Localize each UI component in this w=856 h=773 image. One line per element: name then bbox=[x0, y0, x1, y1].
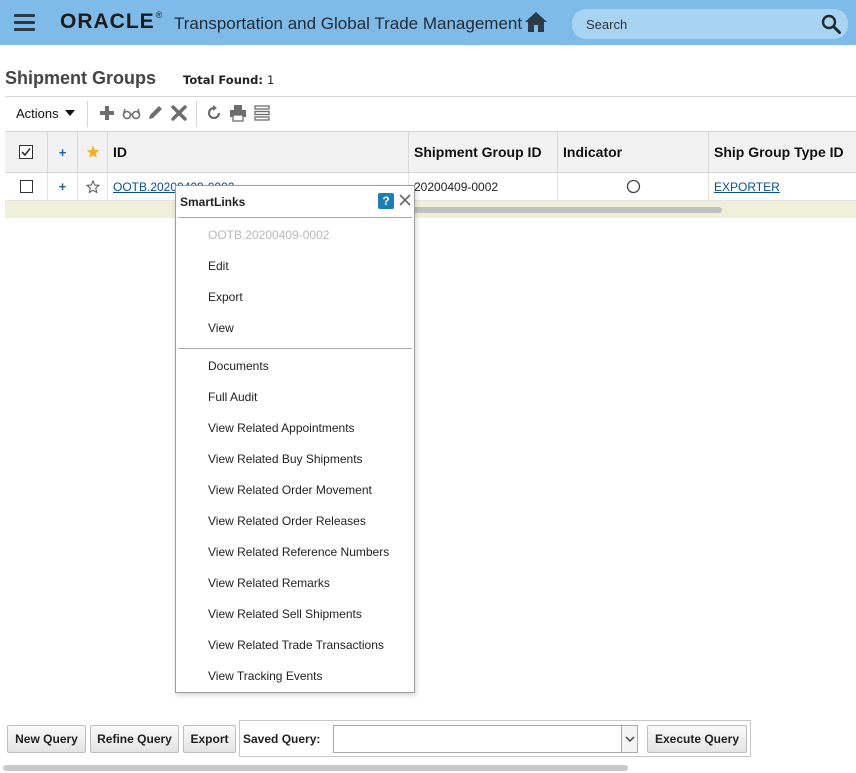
home-icon[interactable] bbox=[524, 11, 548, 33]
smartlink-full-audit[interactable]: Full Audit bbox=[208, 390, 257, 404]
scrollbar-thumb[interactable] bbox=[410, 207, 722, 213]
popup-divider bbox=[178, 348, 412, 349]
delete-icon[interactable] bbox=[170, 104, 188, 122]
smartlink-view-related-trade-transactions[interactable]: View Related Trade Transactions bbox=[208, 638, 384, 652]
smartlinks-title: SmartLinks bbox=[180, 195, 246, 209]
column-header-indicator[interactable]: Indicator bbox=[558, 132, 709, 172]
row-checkbox[interactable] bbox=[19, 180, 33, 193]
actions-menu-button[interactable]: Actions bbox=[6, 101, 85, 125]
view-icon[interactable] bbox=[122, 104, 141, 122]
caret-down-icon bbox=[64, 110, 75, 116]
toolbar-separator bbox=[196, 101, 197, 127]
row-favorite-cell bbox=[78, 173, 108, 200]
chevron-down-icon bbox=[625, 736, 635, 743]
page-title: Shipment Groups bbox=[5, 68, 157, 88]
cell-shipment-group-id: 20200409-0002 bbox=[409, 173, 558, 200]
table-row: + OOTB.20200409-0002 20200409-0002 EXPOR… bbox=[5, 173, 856, 201]
smartlink-view-related-order-movement[interactable]: View Related Order Movement bbox=[208, 483, 372, 497]
refresh-icon[interactable] bbox=[205, 104, 223, 122]
smartlink-edit[interactable]: Edit bbox=[208, 259, 229, 273]
smartlink-view-related-remarks[interactable]: View Related Remarks bbox=[208, 576, 330, 590]
favorite-header[interactable] bbox=[78, 132, 108, 172]
app-title: Transportation and Global Trade Manageme… bbox=[174, 14, 523, 33]
search-icon[interactable] bbox=[820, 13, 842, 35]
search-input[interactable] bbox=[584, 15, 814, 33]
smartlink-documents[interactable]: Documents bbox=[208, 359, 269, 373]
page-horizontal-scrollbar[interactable] bbox=[3, 765, 628, 771]
saved-query-label: Saved Query: bbox=[243, 732, 321, 746]
smartlink-view-related-sell-shipments[interactable]: View Related Sell Shipments bbox=[208, 607, 362, 621]
oracle-logo: ORACLE® bbox=[60, 10, 164, 33]
star-outline-icon[interactable] bbox=[85, 179, 100, 194]
smartlink-view-related-appointments[interactable]: View Related Appointments bbox=[208, 421, 355, 435]
export-button[interactable]: Export bbox=[183, 725, 236, 753]
table-header: + ID Shipment Group ID Indicator Ship Gr… bbox=[5, 131, 856, 173]
execute-query-button[interactable]: Execute Query bbox=[647, 725, 747, 753]
divider bbox=[5, 96, 856, 97]
checkbox-checked-icon bbox=[19, 145, 33, 159]
close-icon[interactable] bbox=[398, 192, 412, 208]
saved-query-select[interactable] bbox=[333, 725, 638, 753]
edit-icon[interactable] bbox=[146, 104, 164, 122]
column-header-ship-group-type-id[interactable]: Ship Group Type ID bbox=[709, 132, 856, 172]
smartlink-view-related-reference-numbers[interactable]: View Related Reference Numbers bbox=[208, 545, 389, 559]
smartlink-view-related-buy-shipments[interactable]: View Related Buy Shipments bbox=[208, 452, 363, 466]
refine-query-button[interactable]: Refine Query bbox=[90, 725, 179, 753]
smartlink-view[interactable]: View bbox=[208, 321, 234, 335]
indicator-empty-circle-icon bbox=[626, 179, 640, 194]
smartlink-view-related-order-releases[interactable]: View Related Order Releases bbox=[208, 514, 366, 528]
total-found: Total Found: 1 bbox=[183, 73, 275, 87]
toolbar-separator bbox=[87, 101, 88, 127]
horizontal-scrollbar[interactable] bbox=[5, 201, 856, 218]
menu-icon[interactable] bbox=[14, 14, 35, 31]
smartlink-view-tracking-events[interactable]: View Tracking Events bbox=[208, 669, 323, 683]
row-checkbox-cell bbox=[5, 173, 48, 200]
help-icon[interactable]: ? bbox=[378, 193, 394, 209]
smartlink-export[interactable]: Export bbox=[208, 290, 243, 304]
print-icon[interactable] bbox=[229, 104, 247, 122]
star-filled-icon bbox=[86, 145, 99, 158]
row-expand-button[interactable]: + bbox=[59, 179, 67, 194]
expand-all-header[interactable]: + bbox=[48, 132, 78, 172]
smartlinks-context-item: OOTB.20200409-0002 bbox=[208, 228, 330, 242]
smartlinks-popup: SmartLinks ? OOTB.20200409-0002 Edit Exp… bbox=[175, 185, 415, 693]
ship-group-type-link[interactable]: EXPORTER bbox=[714, 180, 780, 194]
column-header-id[interactable]: ID bbox=[108, 132, 409, 172]
app-header: ORACLE® Transportation and Global Trade … bbox=[0, 0, 856, 45]
popup-divider bbox=[178, 217, 412, 218]
new-query-button[interactable]: New Query bbox=[7, 725, 86, 753]
cell-indicator bbox=[558, 173, 709, 200]
cell-ship-group-type-id: EXPORTER bbox=[709, 173, 856, 200]
select-all-checkbox[interactable] bbox=[5, 132, 48, 172]
search-box bbox=[572, 9, 848, 39]
column-header-shipment-group-id[interactable]: Shipment Group ID bbox=[409, 132, 558, 172]
columns-icon[interactable] bbox=[253, 104, 271, 122]
select-arrow bbox=[621, 726, 637, 752]
row-expand-cell: + bbox=[48, 173, 78, 200]
add-icon[interactable] bbox=[98, 104, 116, 122]
